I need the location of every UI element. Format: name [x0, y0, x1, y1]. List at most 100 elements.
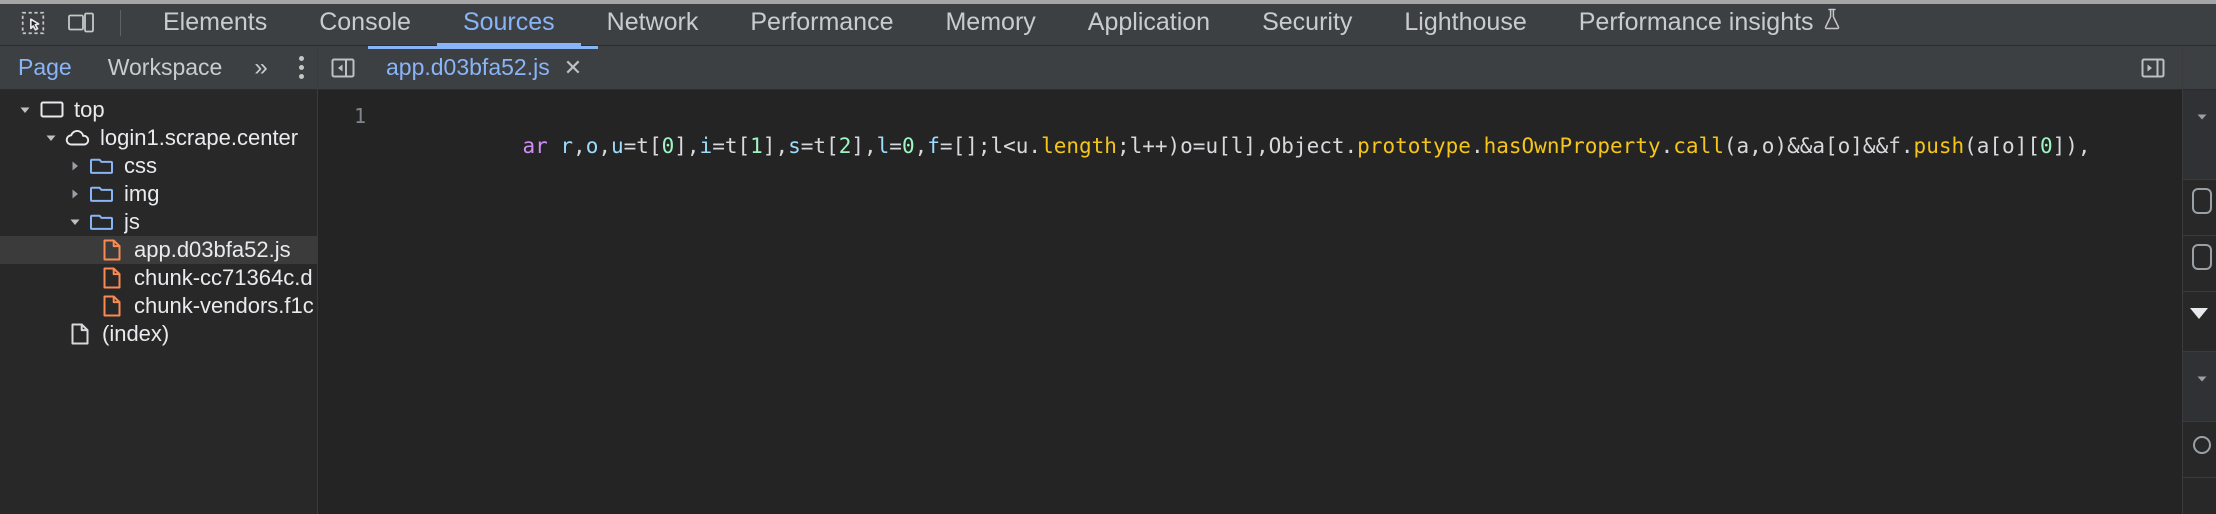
tab-console[interactable]: Console	[293, 0, 437, 45]
code-token: =	[889, 134, 902, 158]
sources-navigator-pane: Page Workspace » top login1.scrape.cente…	[0, 46, 318, 514]
code-token: length	[1041, 134, 1117, 158]
line-number: 1	[353, 104, 366, 128]
tree-item-chunk-vendors[interactable]: chunk-vendors.f1c69639.j	[0, 292, 317, 320]
twisty-collapsed-icon[interactable]	[64, 160, 86, 172]
code-token: =t[	[712, 134, 751, 158]
navigator-tab-page[interactable]: Page	[0, 46, 90, 89]
code-editor[interactable]: 1 ar r,o,u=t[0],i=t[1],s=t[2],l=0,f=[];l…	[318, 90, 2182, 514]
tree-item-label: chunk-cc71364c.d38f911c	[134, 265, 313, 290]
code-token: 0	[2039, 134, 2053, 158]
code-token: f	[927, 134, 940, 158]
tab-performance-label: Performance	[750, 8, 894, 36]
tab-performance-insights[interactable]: Performance insights	[1553, 0, 1868, 45]
code-token: ;l++)o=u[l],Object.	[1116, 134, 1358, 158]
line-number-gutter: 1	[318, 90, 374, 514]
debugger-section-watch[interactable]	[2183, 90, 2216, 180]
tab-sources[interactable]: Sources	[436, 0, 581, 46]
tab-application[interactable]: Application	[1062, 0, 1236, 45]
tab-sources-label: Sources	[462, 8, 555, 36]
tree-item-chunk-cc71364c[interactable]: chunk-cc71364c.d38f911c	[0, 264, 317, 292]
navigator-tab-workspace-label: Workspace	[107, 54, 223, 80]
tab-performance-insights-label: Performance insights	[1578, 8, 1814, 36]
twisty-expanded-icon[interactable]	[64, 216, 86, 228]
kebab-dot	[298, 74, 304, 79]
tree-item-img[interactable]: img	[0, 180, 317, 208]
code-token: ],	[851, 134, 877, 158]
navigator-tab-workspace[interactable]: Workspace	[90, 46, 241, 89]
tab-console-label: Console	[319, 8, 411, 36]
tree-item-login1-scrape-center[interactable]: login1.scrape.center	[0, 124, 317, 152]
sources-editor-pane: app.d03bfa52.js ✕ 1 ar r,o,u=t[0],i=t[1]…	[318, 46, 2182, 514]
tab-elements-label: Elements	[163, 8, 268, 36]
tree-item-label: top	[74, 97, 105, 122]
tree-item-top[interactable]: top	[0, 96, 317, 124]
js-file-icon	[96, 294, 128, 318]
code-token: r	[560, 134, 574, 158]
expand-right-panel-icon[interactable]	[2124, 46, 2182, 89]
device-toolbar-icon[interactable]	[62, 6, 100, 40]
tab-elements[interactable]: Elements	[137, 0, 293, 45]
close-icon[interactable]: ✕	[564, 56, 582, 79]
code-token: call	[1673, 134, 1724, 158]
twisty-expanded-icon[interactable]	[14, 104, 36, 116]
stub-button[interactable]	[2192, 188, 2212, 214]
tree-item-label: login1.scrape.center	[100, 125, 299, 150]
tab-network-label: Network	[606, 8, 699, 36]
debugger-section-breakpoints[interactable]	[2183, 292, 2216, 352]
tab-lighthouse[interactable]: Lighthouse	[1378, 0, 1552, 45]
code-token: (a[o][	[1964, 134, 2040, 158]
debugger-sidebar-toolbar	[2183, 46, 2216, 90]
debugger-section-buttons-2[interactable]	[2183, 236, 2216, 292]
code-token: f	[1888, 134, 1901, 158]
js-file-icon	[96, 238, 128, 262]
js-file-icon	[96, 266, 128, 290]
tab-security[interactable]: Security	[1236, 0, 1378, 45]
chevron-down-icon[interactable]	[2197, 370, 2216, 388]
code-token: s	[788, 134, 801, 158]
folder-icon	[86, 212, 118, 232]
tab-lighthouse-label: Lighthouse	[1404, 8, 1527, 36]
debugger-sidebar-stub	[2182, 46, 2216, 514]
code-token: hasOwnProperty	[1483, 134, 1661, 158]
twisty-collapsed-icon[interactable]	[64, 188, 86, 200]
editor-tab-app-d03bfa52-js[interactable]: app.d03bfa52.js ✕	[368, 46, 599, 89]
twisty-expanded-icon[interactable]	[40, 132, 62, 144]
toolbar-icon-group	[0, 6, 137, 40]
inspect-element-icon[interactable]	[14, 6, 52, 40]
tab-memory-label: Memory	[945, 8, 1036, 36]
code-token: ]),	[2052, 134, 2091, 158]
tab-performance[interactable]: Performance	[724, 0, 919, 45]
tab-network[interactable]: Network	[581, 0, 725, 45]
kebab-dot	[298, 65, 304, 70]
debugger-section-callstack[interactable]	[2183, 422, 2216, 478]
navigator-overflow-button[interactable]: »	[240, 54, 282, 82]
code-token: ,	[598, 134, 611, 158]
code-token: ar	[522, 134, 561, 158]
folder-icon	[86, 156, 118, 176]
collapse-left-panel-icon[interactable]	[318, 46, 368, 89]
navigator-toolbar: Page Workspace »	[0, 46, 317, 90]
code-token: .	[1660, 134, 1674, 158]
code-content[interactable]: ar r,o,u=t[0],i=t[1],s=t[2],l=0,f=[];l<u…	[374, 90, 2182, 514]
devtools-window: Elements Console Sources Network Perform…	[0, 0, 2216, 514]
code-token: =[];l<u.	[939, 134, 1042, 158]
tree-item-app-d03bfa52-js[interactable]: app.d03bfa52.js	[0, 236, 317, 264]
tree-item-js[interactable]: js	[0, 208, 317, 236]
kebab-dot	[298, 56, 304, 61]
tree-item-index[interactable]: (index)	[0, 320, 317, 348]
file-tree: top login1.scrape.center css img js app.…	[0, 90, 317, 514]
code-token: =t[	[800, 134, 839, 158]
kebab-menu-icon[interactable]	[283, 56, 320, 79]
stub-button[interactable]	[2192, 244, 2212, 270]
tree-item-label: (index)	[102, 321, 170, 346]
tab-memory[interactable]: Memory	[919, 0, 1061, 45]
code-token: ,	[914, 134, 928, 158]
tree-item-css[interactable]: css	[0, 152, 317, 180]
chevron-down-icon[interactable]	[2197, 108, 2216, 126]
code-token: 0	[661, 134, 675, 158]
tree-item-label: chunk-vendors.f1c69639.j	[134, 293, 313, 318]
debugger-section-scope[interactable]	[2183, 352, 2216, 422]
html-file-icon	[64, 322, 96, 346]
debugger-section-buttons[interactable]	[2183, 180, 2216, 236]
